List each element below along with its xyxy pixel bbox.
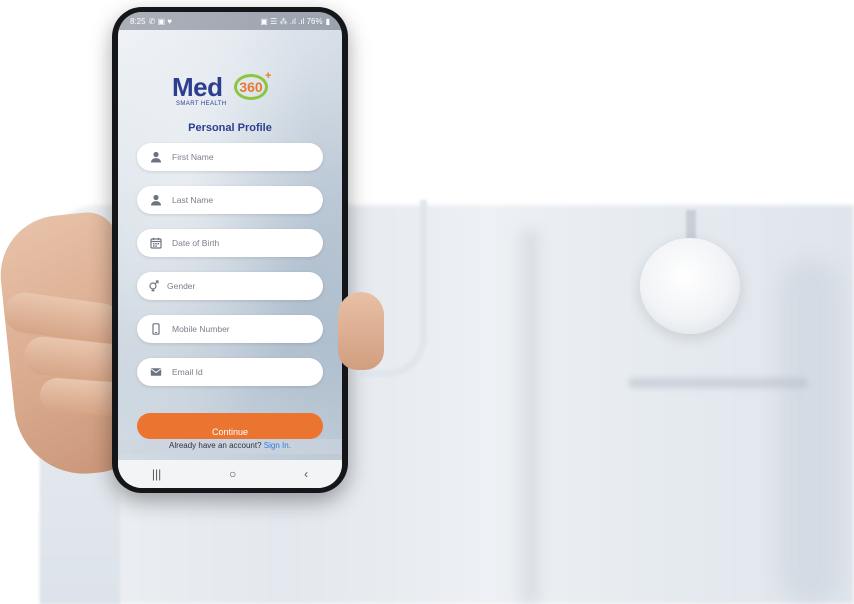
status-right: ▣ ☰ ⁂ .ıl .ıl 76% ▮ bbox=[260, 17, 330, 26]
status-left: 8:25 ✆ ▣ ♥ bbox=[130, 17, 172, 26]
android-nav-bar: ||| ○ ‹ bbox=[118, 460, 342, 488]
phone-device: 8:25 ✆ ▣ ♥ ▣ ☰ ⁂ .ıl .ıl 76% ▮ Med 360 +… bbox=[112, 7, 348, 493]
stethoscope-chestpiece bbox=[640, 238, 740, 334]
first-name-field[interactable] bbox=[137, 143, 323, 171]
logo-plus-icon: + bbox=[265, 70, 272, 82]
notification-icons: ✆ ▣ ♥ bbox=[148, 16, 173, 26]
back-button[interactable]: ‹ bbox=[304, 467, 308, 481]
mobile-number-input[interactable] bbox=[172, 324, 312, 334]
continue-button[interactable]: Continue bbox=[137, 413, 323, 439]
first-name-input[interactable] bbox=[172, 152, 312, 162]
status-bar: 8:25 ✆ ▣ ♥ ▣ ☰ ⁂ .ıl .ıl 76% ▮ bbox=[118, 12, 342, 30]
coat-fold bbox=[780, 260, 840, 604]
battery-icon: ▮ bbox=[325, 16, 330, 26]
date-of-birth-input[interactable] bbox=[172, 238, 312, 248]
mail-icon bbox=[149, 365, 163, 379]
phone-screen: 8:25 ✆ ▣ ♥ ▣ ☰ ⁂ .ıl .ıl 76% ▮ Med 360 +… bbox=[118, 12, 342, 488]
status-time: 8:25 bbox=[130, 16, 146, 26]
signin-prompt-text: Already have an account? bbox=[169, 441, 262, 450]
coat-fold bbox=[520, 230, 540, 604]
mobile-icon bbox=[149, 322, 163, 336]
med360-logo: Med 360 + SMART HEALTH bbox=[172, 70, 292, 112]
email-field[interactable] bbox=[137, 358, 323, 386]
logo-med-text: Med bbox=[172, 72, 223, 102]
logo-360-ring: 360 bbox=[234, 74, 268, 100]
page-title: Personal Profile bbox=[188, 122, 272, 134]
calendar-icon bbox=[149, 236, 163, 250]
signal-battery-text: ▣ ☰ ⁂ .ıl .ıl 76% bbox=[260, 16, 323, 26]
gender-input[interactable] bbox=[167, 281, 307, 291]
gender-icon bbox=[147, 279, 161, 293]
thumb bbox=[338, 292, 384, 370]
mobile-number-field[interactable] bbox=[137, 315, 323, 343]
home-button[interactable]: ○ bbox=[229, 467, 236, 481]
gender-field[interactable] bbox=[137, 272, 323, 300]
logo-tagline: SMART HEALTH bbox=[176, 101, 227, 107]
date-of-birth-field[interactable] bbox=[137, 229, 323, 257]
last-name-field[interactable] bbox=[137, 186, 323, 214]
last-name-input[interactable] bbox=[172, 195, 312, 205]
signin-link[interactable]: Sign In. bbox=[264, 441, 291, 450]
person-icon bbox=[149, 193, 163, 207]
coat-pocket bbox=[628, 378, 808, 388]
logo-360-text: 360 bbox=[239, 79, 263, 95]
email-input[interactable] bbox=[172, 367, 312, 377]
recents-button[interactable]: ||| bbox=[152, 467, 161, 481]
person-icon bbox=[149, 150, 163, 164]
signin-prompt-row: Already have an account? Sign In. bbox=[118, 439, 342, 454]
